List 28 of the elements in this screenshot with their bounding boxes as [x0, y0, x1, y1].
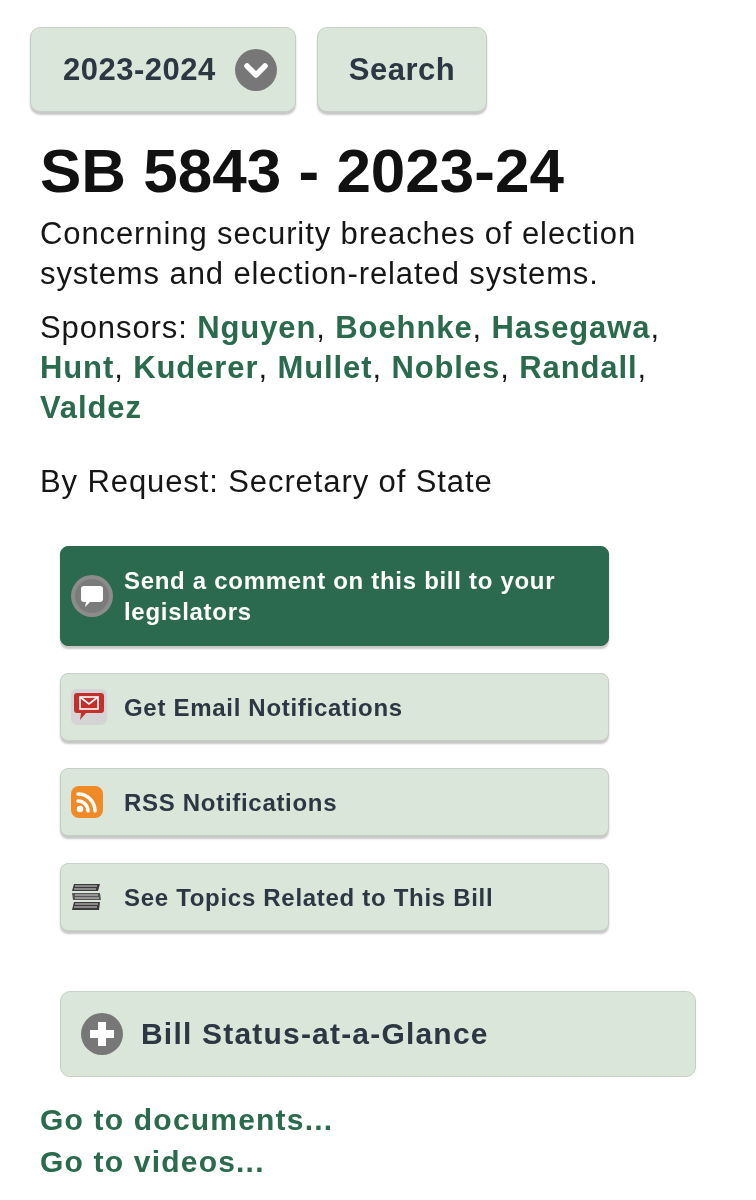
- sponsor-link[interactable]: Boehnke: [335, 310, 473, 345]
- bill-title: SB 5843 - 2023-24: [40, 135, 565, 207]
- sponsor-link[interactable]: Nguyen: [197, 310, 317, 345]
- speech-bubble-icon: [71, 575, 113, 617]
- sponsors-text: Sponsors: Nguyen, Boehnke, Hasegawa, Hunt, Kuderer, Mullet, Nobles, Randall, Valdez: [40, 309, 661, 427]
- sponsor-link[interactable]: Valdez: [40, 390, 142, 425]
- sponsor-link[interactable]: Hasegawa: [491, 310, 651, 345]
- sponsor-link[interactable]: Mullet: [277, 350, 373, 385]
- by-request-text: By Request: Secretary of State: [40, 463, 494, 501]
- email-notifications-button[interactable]: Get Email Notifications: [60, 673, 609, 741]
- bill-description: Concerning security breaches of election systems and election-related systems.: [40, 215, 638, 293]
- book-stack-icon: [71, 883, 103, 911]
- sponsor-link[interactable]: Kuderer: [133, 350, 259, 385]
- sponsor-link[interactable]: Nobles: [391, 350, 501, 385]
- sponsor-link[interactable]: Hunt: [40, 350, 115, 385]
- session-select[interactable]: 2023-2024: [30, 27, 296, 112]
- page-link[interactable]: Go to videos...: [40, 1141, 265, 1183]
- plus-circle-icon: [81, 1013, 123, 1055]
- sponsor-link[interactable]: Randall: [519, 350, 638, 385]
- rss-icon: [71, 786, 103, 818]
- mail-bubble-icon: [71, 689, 107, 725]
- rss-notifications-button[interactable]: RSS Notifications: [60, 768, 609, 836]
- status-toggle[interactable]: Bill Status-at-a-Glance: [60, 991, 696, 1077]
- comment-button[interactable]: Send a comment on this bill to your legislators: [60, 546, 609, 646]
- search-button[interactable]: Search: [317, 27, 487, 112]
- topics-button[interactable]: See Topics Related to This Bill: [60, 863, 609, 931]
- page-link[interactable]: Go to documents...: [40, 1099, 334, 1141]
- chevron-down-icon: [235, 48, 277, 91]
